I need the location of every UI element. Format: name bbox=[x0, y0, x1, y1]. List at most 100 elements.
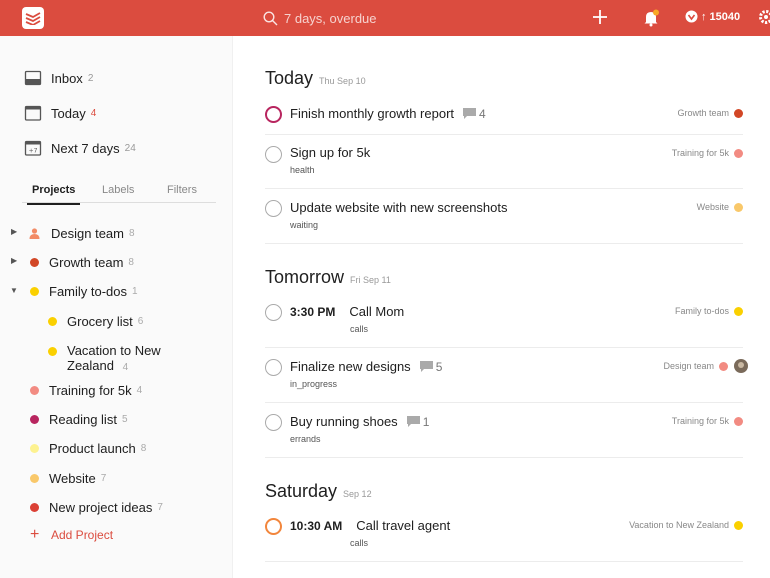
collapse-caret-icon[interactable]: ▼ bbox=[10, 286, 18, 295]
comment-bubble-icon bbox=[463, 108, 477, 119]
item-count: 1 bbox=[132, 285, 138, 297]
task-label[interactable]: health bbox=[290, 165, 315, 175]
search-icon bbox=[263, 10, 278, 25]
task-content: Update website with new screenshots bbox=[290, 200, 508, 215]
settings-gear-icon[interactable] bbox=[758, 9, 770, 25]
project-color-dot bbox=[30, 502, 39, 512]
todoist-logo-icon[interactable] bbox=[22, 7, 44, 29]
tab-projects[interactable]: Projects bbox=[26, 184, 81, 205]
task-project-tag[interactable]: Training for 5k bbox=[672, 416, 743, 426]
task-project-tag[interactable]: Vacation to New Zealand bbox=[629, 520, 743, 530]
expand-caret-icon[interactable]: ▶ bbox=[11, 227, 17, 236]
task-label[interactable]: in_progress bbox=[290, 379, 337, 389]
day-date: Thu Sep 10 bbox=[319, 76, 366, 86]
plus-icon: + bbox=[30, 526, 40, 543]
comments-indicator[interactable]: 4 bbox=[463, 107, 486, 121]
task-project-tag[interactable]: Website bbox=[697, 202, 743, 212]
comment-count: 4 bbox=[479, 106, 486, 121]
tab-labels[interactable]: Labels bbox=[102, 184, 134, 196]
day-header-saturday: Saturday Sep 12 bbox=[265, 481, 372, 502]
comment-bubble-icon bbox=[419, 361, 433, 372]
item-count: 8 bbox=[128, 227, 135, 239]
project-website[interactable]: Website 7 bbox=[30, 468, 106, 488]
task-project-name: Vacation to New Zealand bbox=[629, 520, 729, 530]
comments-indicator[interactable]: 5 bbox=[419, 359, 443, 374]
task-checkbox[interactable] bbox=[265, 200, 282, 217]
project-design-team[interactable]: Design team 8 bbox=[29, 223, 135, 243]
task-row[interactable]: Buy running shoes 1 errands Training for… bbox=[265, 403, 743, 458]
task-content: Sign up for 5k bbox=[290, 145, 370, 160]
item-count: 24 bbox=[124, 142, 136, 154]
project-training-for-5k[interactable]: Training for 5k 4 bbox=[30, 380, 142, 400]
task-time: 10:30 AM bbox=[290, 518, 343, 533]
notification-bell-icon[interactable] bbox=[643, 9, 659, 27]
project-new-project-ideas[interactable]: New project ideas 7 bbox=[30, 497, 163, 517]
task-checkbox[interactable] bbox=[265, 146, 282, 163]
tab-filters[interactable]: Filters bbox=[167, 184, 197, 196]
task-title: Update website with new screenshots bbox=[290, 200, 508, 215]
sidebar-item-label: Today bbox=[51, 105, 86, 121]
project-family-to-dos[interactable]: Family to-dos 1 bbox=[30, 281, 138, 301]
search-input[interactable]: 7 days, overdue bbox=[284, 11, 377, 26]
comments-indicator[interactable]: 1 bbox=[406, 415, 429, 429]
add-project-button[interactable]: + Add Project bbox=[30, 526, 113, 543]
karma-score[interactable]: ↑ 15040 bbox=[685, 10, 740, 23]
project-label: Reading list bbox=[49, 411, 117, 427]
task-project-tag[interactable]: Family to-dos bbox=[675, 306, 743, 316]
task-row[interactable]: Finish monthly growth report 4 Growth te… bbox=[265, 101, 743, 135]
project-reading-list[interactable]: Reading list 5 bbox=[30, 409, 128, 429]
comment-count: 5 bbox=[435, 359, 443, 374]
project-label-line2: Zealand bbox=[67, 358, 114, 373]
task-project-tag[interactable]: Design team bbox=[663, 359, 748, 373]
project-color-dot bbox=[30, 286, 39, 296]
calendar-today-icon bbox=[24, 105, 42, 121]
task-label[interactable]: calls bbox=[350, 324, 368, 334]
task-checkbox[interactable] bbox=[265, 518, 282, 535]
sidebar-item-label: Next 7 days bbox=[51, 140, 120, 156]
task-project-name: Design team bbox=[663, 361, 714, 371]
day-name: Tomorrow bbox=[265, 267, 345, 287]
task-project-tag[interactable]: Growth team bbox=[677, 108, 743, 118]
task-label[interactable]: calls bbox=[350, 538, 368, 548]
sidebar-item-label: Inbox bbox=[51, 70, 83, 86]
task-checkbox[interactable] bbox=[265, 304, 282, 321]
project-label: Growth team bbox=[49, 254, 124, 270]
task-checkbox[interactable] bbox=[265, 106, 282, 123]
sidebar-item-today[interactable]: Today 4 bbox=[24, 102, 96, 124]
task-time: 3:30 PM bbox=[290, 304, 336, 319]
project-color-dot bbox=[734, 108, 743, 118]
project-growth-team[interactable]: Growth team 8 bbox=[30, 252, 134, 272]
project-grocery-list[interactable]: Grocery list 6 bbox=[48, 311, 143, 331]
project-color-dot bbox=[734, 306, 743, 316]
sidebar-item-next-7-days[interactable]: +7 Next 7 days 24 bbox=[24, 137, 136, 159]
task-checkbox[interactable] bbox=[265, 359, 282, 376]
day-name: Saturday bbox=[265, 481, 338, 501]
task-row[interactable]: Sign up for 5k health Training for 5k bbox=[265, 135, 743, 189]
project-product-launch[interactable]: Product launch 8 bbox=[30, 438, 146, 458]
task-row[interactable]: Finalize new designs 5 in_progress Desig… bbox=[265, 348, 748, 403]
inbox-icon bbox=[24, 70, 42, 86]
add-task-icon[interactable] bbox=[592, 9, 608, 25]
task-label[interactable]: errands bbox=[290, 434, 321, 444]
item-count: 8 bbox=[140, 442, 147, 454]
assignee-avatar[interactable] bbox=[734, 359, 748, 373]
project-color-dot bbox=[48, 347, 57, 356]
project-color-dot bbox=[48, 316, 57, 326]
task-project-tag[interactable]: Training for 5k bbox=[672, 148, 743, 158]
project-color-dot bbox=[734, 202, 743, 212]
task-row[interactable]: Update website with new screenshots wait… bbox=[265, 189, 743, 244]
task-title: Buy running shoes bbox=[290, 414, 398, 429]
task-project-name: Training for 5k bbox=[671, 148, 729, 158]
project-color-dot bbox=[30, 473, 39, 483]
task-checkbox[interactable] bbox=[265, 414, 282, 431]
expand-caret-icon[interactable]: ▶ bbox=[11, 256, 17, 265]
task-title: Finish monthly growth report bbox=[290, 106, 455, 121]
task-row[interactable]: 10:30 AM Call travel agent calls Vacatio… bbox=[265, 508, 743, 562]
task-label[interactable]: waiting bbox=[290, 220, 318, 230]
quick-find-search[interactable]: 7 days, overdue bbox=[263, 9, 377, 27]
task-row[interactable]: 3:30 PM Call Mom calls Family to-dos bbox=[265, 294, 743, 348]
sidebar-item-inbox[interactable]: Inbox 2 bbox=[24, 67, 93, 89]
project-color-dot bbox=[734, 416, 743, 426]
project-vacation-to-new-zealand[interactable]: Vacation to New Zealand 4 bbox=[48, 343, 161, 373]
item-count: 6 bbox=[137, 315, 144, 327]
